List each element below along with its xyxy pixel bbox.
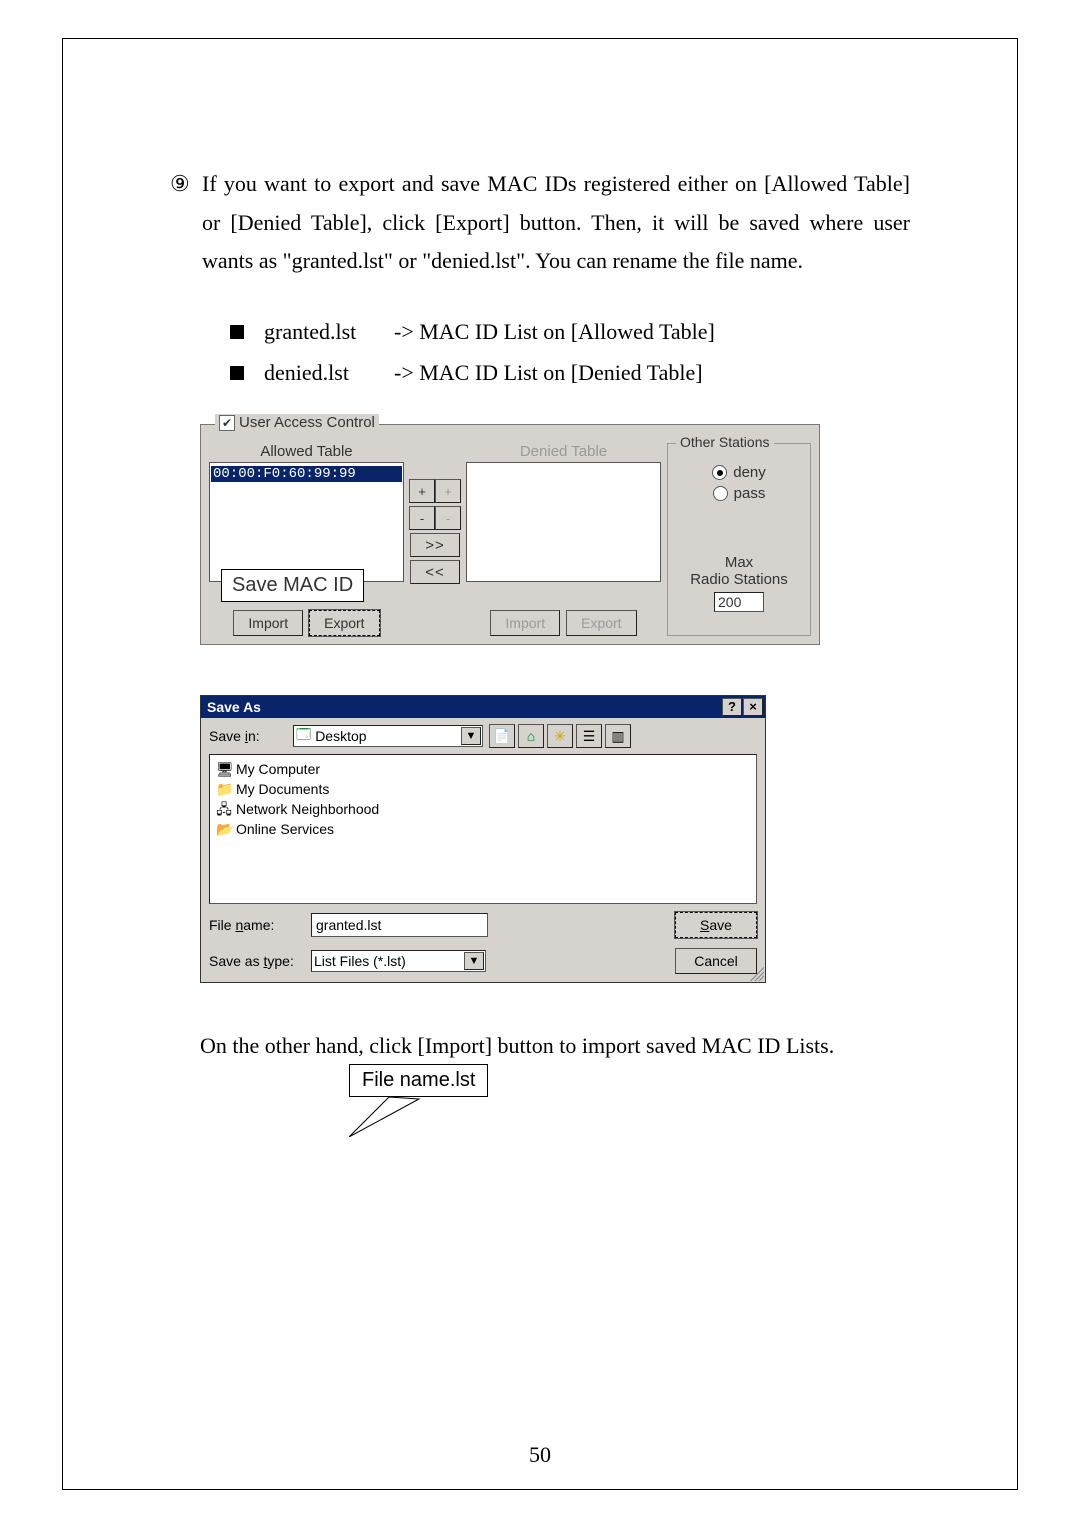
move-left-button[interactable]: << bbox=[410, 560, 460, 584]
page-number: 50 bbox=[0, 1442, 1080, 1468]
allowed-import-button[interactable]: Import bbox=[233, 610, 303, 636]
square-bullet-icon bbox=[230, 366, 244, 380]
chevron-down-icon[interactable]: ▼ bbox=[464, 952, 484, 970]
item-label: Online Services bbox=[236, 819, 334, 839]
radio-pass[interactable]: pass bbox=[713, 485, 766, 502]
denied-import-button[interactable]: Import bbox=[490, 610, 560, 636]
remove-allowed-button[interactable]: - bbox=[409, 506, 435, 530]
radio-deny-label: deny bbox=[733, 464, 766, 481]
file-list[interactable]: 🖥 My Computer 📁 My Documents 🖧 Network N… bbox=[209, 754, 757, 904]
resize-grip-icon[interactable] bbox=[750, 967, 764, 981]
save-as-type-label: Save as type: bbox=[209, 953, 301, 969]
list-view-icon[interactable]: ☰ bbox=[576, 724, 602, 748]
network-icon: 🖧 bbox=[216, 799, 232, 819]
callout-save-mac-id: Save MAC ID bbox=[221, 569, 364, 602]
file-name-input[interactable]: granted.lst bbox=[311, 913, 488, 937]
uac-legend: ✔ User Access Control bbox=[215, 414, 379, 431]
radio-stations-label: Radio Stations bbox=[690, 571, 788, 588]
denied-table-title: Denied Table bbox=[520, 443, 607, 460]
bullet-2-label: denied.lst bbox=[264, 352, 394, 394]
allowed-export-button[interactable]: Export bbox=[309, 610, 379, 636]
computer-icon: 🖥 bbox=[216, 759, 232, 779]
list-item[interactable]: 🖧 Network Neighborhood bbox=[216, 799, 750, 819]
desktop-icon: 🗔 bbox=[296, 724, 311, 748]
save-button[interactable]: Save bbox=[675, 912, 757, 938]
radio-deny[interactable]: deny bbox=[712, 464, 766, 481]
square-bullet-icon bbox=[230, 325, 244, 339]
details-view-icon[interactable]: ▥ bbox=[605, 724, 631, 748]
uac-checkbox[interactable]: ✔ bbox=[219, 415, 235, 431]
add-allowed-button[interactable]: + bbox=[409, 479, 435, 503]
save-in-value: Desktop bbox=[315, 728, 366, 744]
list-item[interactable]: 🖥 My Computer bbox=[216, 759, 750, 779]
up-one-level-icon[interactable]: 📄 bbox=[489, 724, 515, 748]
bullet-1-desc: -> MAC ID List on [Allowed Table] bbox=[394, 311, 715, 353]
move-right-button[interactable]: >> bbox=[410, 533, 460, 557]
chevron-down-icon[interactable]: ▼ bbox=[461, 727, 481, 745]
closing-text: On the other hand, click [Import] button… bbox=[200, 1033, 910, 1059]
list-item[interactable]: 📁 My Documents bbox=[216, 779, 750, 799]
radio-dot-icon bbox=[713, 486, 728, 501]
file-name-label: File name: bbox=[209, 917, 301, 933]
step-text: If you want to export and save MAC IDs r… bbox=[202, 165, 910, 281]
item-label: My Documents bbox=[236, 779, 329, 799]
item-label: Network Neighborhood bbox=[236, 799, 379, 819]
uac-legend-text: User Access Control bbox=[239, 414, 375, 431]
step-marker: ⑨ bbox=[170, 165, 202, 281]
add-denied-button[interactable]: + bbox=[435, 479, 461, 503]
save-as-type-value: List Files (*.lst) bbox=[314, 953, 406, 969]
folder-icon: 📂 bbox=[216, 819, 232, 839]
dialog-titlebar: Save As ? × bbox=[201, 696, 765, 718]
folder-icon: 📁 bbox=[216, 779, 232, 799]
other-stations-legend: Other Stations bbox=[676, 434, 774, 450]
cancel-button[interactable]: Cancel bbox=[675, 948, 757, 974]
save-as-dialog: Save As ? × Save in: 🗔 Desktop ▼ 📄 ⌂ ✳ ☰ bbox=[200, 695, 766, 983]
max-label: Max bbox=[725, 554, 753, 571]
allowed-table-list[interactable]: 00:00:F0:60:99:99 bbox=[209, 462, 404, 582]
new-folder-icon[interactable]: ✳ bbox=[547, 724, 573, 748]
bullet-2-desc: -> MAC ID List on [Denied Table] bbox=[394, 352, 703, 394]
allowed-mac-item[interactable]: 00:00:F0:60:99:99 bbox=[211, 466, 402, 482]
radio-dot-icon bbox=[712, 465, 727, 480]
user-access-control-panel: ✔ User Access Control Allowed Table 00:0… bbox=[200, 424, 820, 645]
view-desktop-icon[interactable]: ⌂ bbox=[518, 724, 544, 748]
allowed-table-title: Allowed Table bbox=[260, 443, 352, 460]
denied-table-list[interactable] bbox=[466, 462, 661, 582]
other-stations-group: Other Stations deny pass Max Radio Stati… bbox=[667, 443, 811, 636]
save-as-type-combo[interactable]: List Files (*.lst) ▼ bbox=[311, 950, 486, 972]
denied-export-button[interactable]: Export bbox=[566, 610, 636, 636]
save-in-combo[interactable]: 🗔 Desktop ▼ bbox=[293, 725, 483, 747]
max-stations-input[interactable]: 200 bbox=[714, 592, 764, 612]
step-9: ⑨ If you want to export and save MAC IDs… bbox=[170, 165, 910, 281]
file-mapping-list: granted.lst -> MAC ID List on [Allowed T… bbox=[230, 311, 910, 395]
close-button[interactable]: × bbox=[743, 698, 763, 716]
remove-denied-button[interactable]: - bbox=[435, 506, 461, 530]
dialog-title: Save As bbox=[207, 699, 261, 715]
save-in-label: Save in: bbox=[209, 728, 287, 744]
radio-pass-label: pass bbox=[734, 485, 766, 502]
bullet-1-label: granted.lst bbox=[264, 311, 394, 353]
list-item[interactable]: 📂 Online Services bbox=[216, 819, 750, 839]
help-button[interactable]: ? bbox=[722, 698, 742, 716]
item-label: My Computer bbox=[236, 759, 320, 779]
